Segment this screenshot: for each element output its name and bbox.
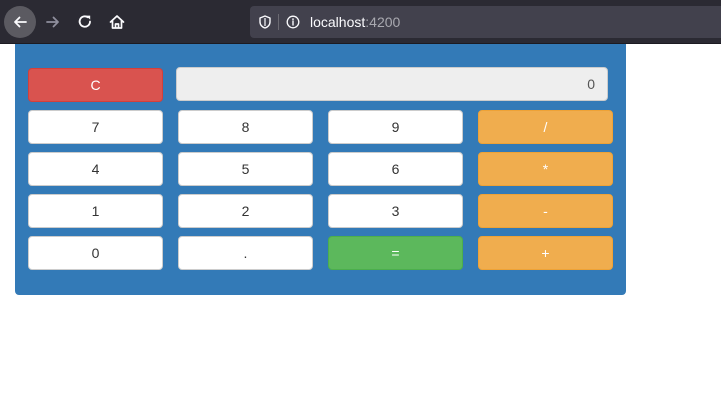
url-host: localhost [310,14,366,30]
url-text: localhost:4200 [310,14,400,30]
key-3-button[interactable]: 3 [328,194,463,228]
url-port: :4200 [365,14,401,30]
reload-button[interactable] [69,6,101,38]
calculator-panel: C 7 8 9 / 4 5 6 * 1 2 3 - 0 . = + [15,44,626,295]
add-button[interactable]: + [478,236,613,270]
address-bar[interactable]: localhost:4200 [250,6,721,38]
home-icon [109,15,125,29]
key-9-button[interactable]: 9 [328,110,463,144]
key-7-button[interactable]: 7 [28,110,163,144]
key-8-button[interactable]: 8 [178,110,313,144]
key-2-button[interactable]: 2 [178,194,313,228]
home-button[interactable] [101,6,133,38]
key-0-button[interactable]: 0 [28,236,163,270]
calculator-display[interactable] [176,67,608,101]
arrow-left-icon [14,16,27,28]
reload-icon [78,15,91,28]
arrow-right-icon [46,16,59,28]
browser-toolbar: localhost:4200 [0,0,721,44]
forward-button[interactable] [37,6,69,38]
key-5-button[interactable]: 5 [178,152,313,186]
clear-button[interactable]: C [28,68,163,102]
back-button[interactable] [4,6,36,38]
multiply-button[interactable]: * [478,152,613,186]
key-6-button[interactable]: 6 [328,152,463,186]
key-1-button[interactable]: 1 [28,194,163,228]
site-info-icon[interactable] [284,13,302,31]
equals-button[interactable]: = [328,236,463,270]
subtract-button[interactable]: - [478,194,613,228]
key-4-button[interactable]: 4 [28,152,163,186]
tracking-protection-shield-icon[interactable] [256,13,274,31]
decimal-point-button[interactable]: . [178,236,313,270]
address-bar-divider [278,14,279,30]
divide-button[interactable]: / [478,110,613,144]
